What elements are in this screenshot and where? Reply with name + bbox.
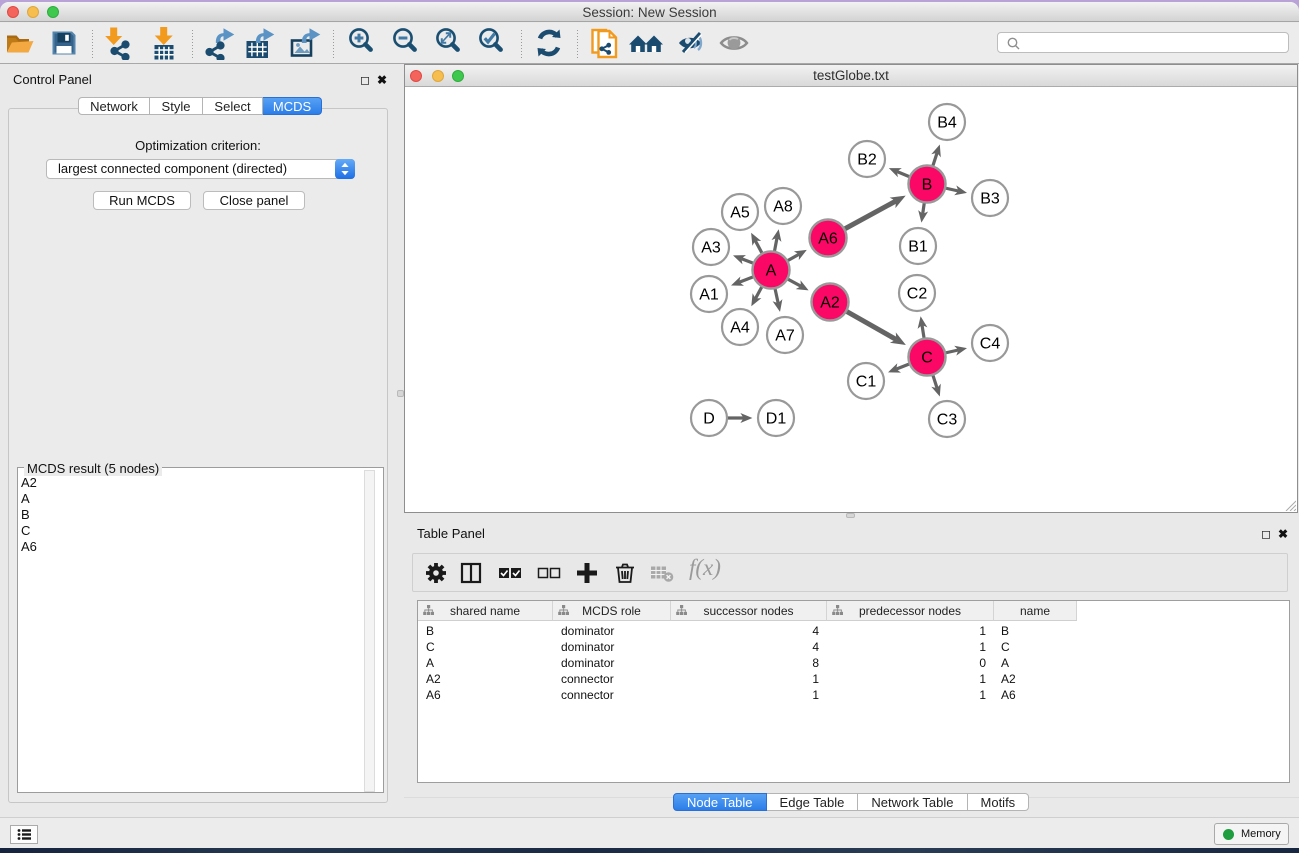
svg-text:D: D bbox=[703, 411, 715, 428]
svg-text:A4: A4 bbox=[730, 320, 750, 337]
svg-text:A7: A7 bbox=[775, 328, 795, 345]
svg-text:B: B bbox=[922, 177, 933, 194]
svg-text:A1: A1 bbox=[699, 287, 719, 304]
svg-text:A2: A2 bbox=[820, 295, 840, 312]
svg-text:D1: D1 bbox=[766, 411, 787, 428]
svg-text:A5: A5 bbox=[730, 205, 750, 222]
svg-text:A8: A8 bbox=[773, 199, 793, 216]
svg-text:C2: C2 bbox=[907, 286, 928, 303]
svg-text:C3: C3 bbox=[937, 412, 958, 429]
svg-text:A: A bbox=[766, 263, 777, 280]
svg-text:B1: B1 bbox=[908, 239, 928, 256]
svg-text:B3: B3 bbox=[980, 191, 1000, 208]
svg-text:C1: C1 bbox=[856, 374, 877, 391]
svg-text:A6: A6 bbox=[818, 231, 838, 248]
svg-text:B4: B4 bbox=[937, 115, 957, 132]
svg-text:A3: A3 bbox=[701, 240, 721, 257]
svg-text:C: C bbox=[921, 350, 933, 367]
svg-text:B2: B2 bbox=[857, 152, 877, 169]
svg-text:C4: C4 bbox=[980, 336, 1001, 353]
